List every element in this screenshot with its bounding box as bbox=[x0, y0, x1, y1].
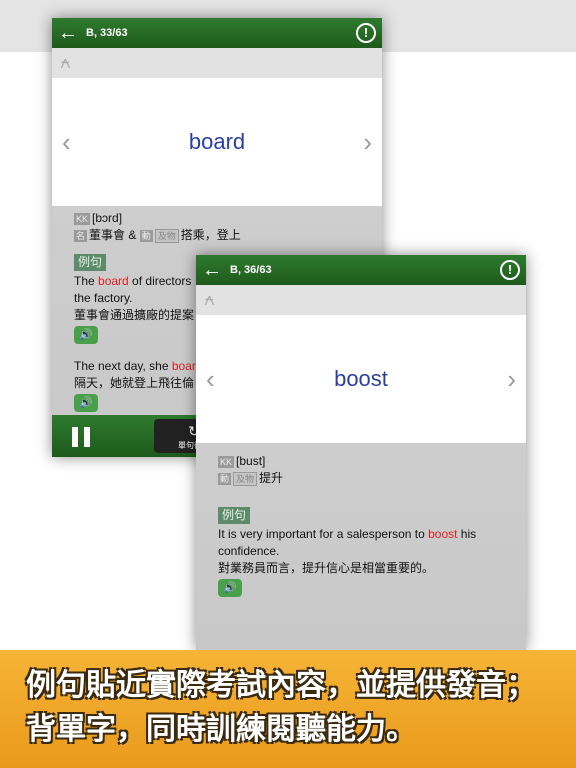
card-header: ← B, 36/63 ! bbox=[196, 255, 526, 285]
kk-icon: KK bbox=[74, 213, 91, 225]
prev-chevron-icon[interactable]: ‹ bbox=[62, 127, 71, 158]
card-position: B, 33/63 bbox=[86, 27, 128, 39]
pos-tag: 名 bbox=[74, 230, 88, 242]
kk-icon: KK bbox=[218, 456, 235, 468]
word-title: boost bbox=[334, 366, 388, 391]
pos-tag: 動 bbox=[218, 473, 232, 485]
back-arrow-icon[interactable]: ← bbox=[202, 260, 222, 280]
speaker-icon[interactable]: 🔊 bbox=[74, 326, 98, 344]
pos-tag: 及物 bbox=[154, 229, 179, 243]
lightbulb-icon[interactable]: ⍲ bbox=[60, 52, 71, 72]
toolbar: ⍲ bbox=[196, 285, 526, 315]
phonetic: [bust] bbox=[236, 454, 266, 468]
definition: 搭乘，登上 bbox=[180, 228, 241, 242]
pos-tag: 及物 bbox=[233, 472, 258, 486]
pause-icon[interactable] bbox=[72, 427, 90, 447]
definition: 董事會 & bbox=[89, 228, 137, 242]
example-sentence: It is very important for a salesperson t… bbox=[218, 527, 477, 558]
info-icon[interactable]: ! bbox=[500, 260, 520, 280]
word-title: board bbox=[188, 129, 246, 154]
example-translation: 對業務員而言，提升信心是相當重要的。 bbox=[218, 561, 435, 575]
word-panel: ‹ board › bbox=[52, 78, 382, 206]
promo-banner: 例句貼近實際考試內容，並提供發音； 背單字，同時訓練閱聽能力。 bbox=[0, 650, 576, 768]
info-icon[interactable]: ! bbox=[356, 23, 376, 43]
banner-line-2: 背單字，同時訓練閱聽能力。 bbox=[26, 712, 416, 747]
example-label: 例句 bbox=[74, 254, 107, 271]
pos-tag: 動 bbox=[139, 230, 153, 242]
flashcard-boost: ← B, 36/63 ! ⍲ ‹ boost › KK [bust] 動及物 提升 … bbox=[196, 255, 526, 650]
lightbulb-icon[interactable]: ⍲ bbox=[204, 289, 215, 309]
word-details: KK [bust] 動及物 提升 例句 It is very important f… bbox=[196, 443, 526, 615]
next-chevron-icon[interactable]: › bbox=[507, 364, 516, 395]
speaker-icon[interactable]: 🔊 bbox=[74, 394, 98, 412]
card-position: B, 36/63 bbox=[230, 264, 272, 276]
card-header: ← B, 33/63 ! bbox=[52, 18, 382, 48]
speaker-icon[interactable]: 🔊 bbox=[218, 579, 242, 597]
toolbar: ⍲ bbox=[52, 48, 382, 78]
definition: 提升 bbox=[259, 471, 284, 485]
prev-chevron-icon[interactable]: ‹ bbox=[206, 364, 215, 395]
next-chevron-icon[interactable]: › bbox=[363, 127, 372, 158]
word-panel: ‹ boost › bbox=[196, 315, 526, 443]
example-label: 例句 bbox=[218, 507, 251, 524]
phonetic: [bɔrd] bbox=[92, 211, 123, 225]
back-arrow-icon[interactable]: ← bbox=[58, 23, 78, 43]
banner-line-1: 例句貼近實際考試內容，並提供發音； bbox=[26, 668, 536, 703]
